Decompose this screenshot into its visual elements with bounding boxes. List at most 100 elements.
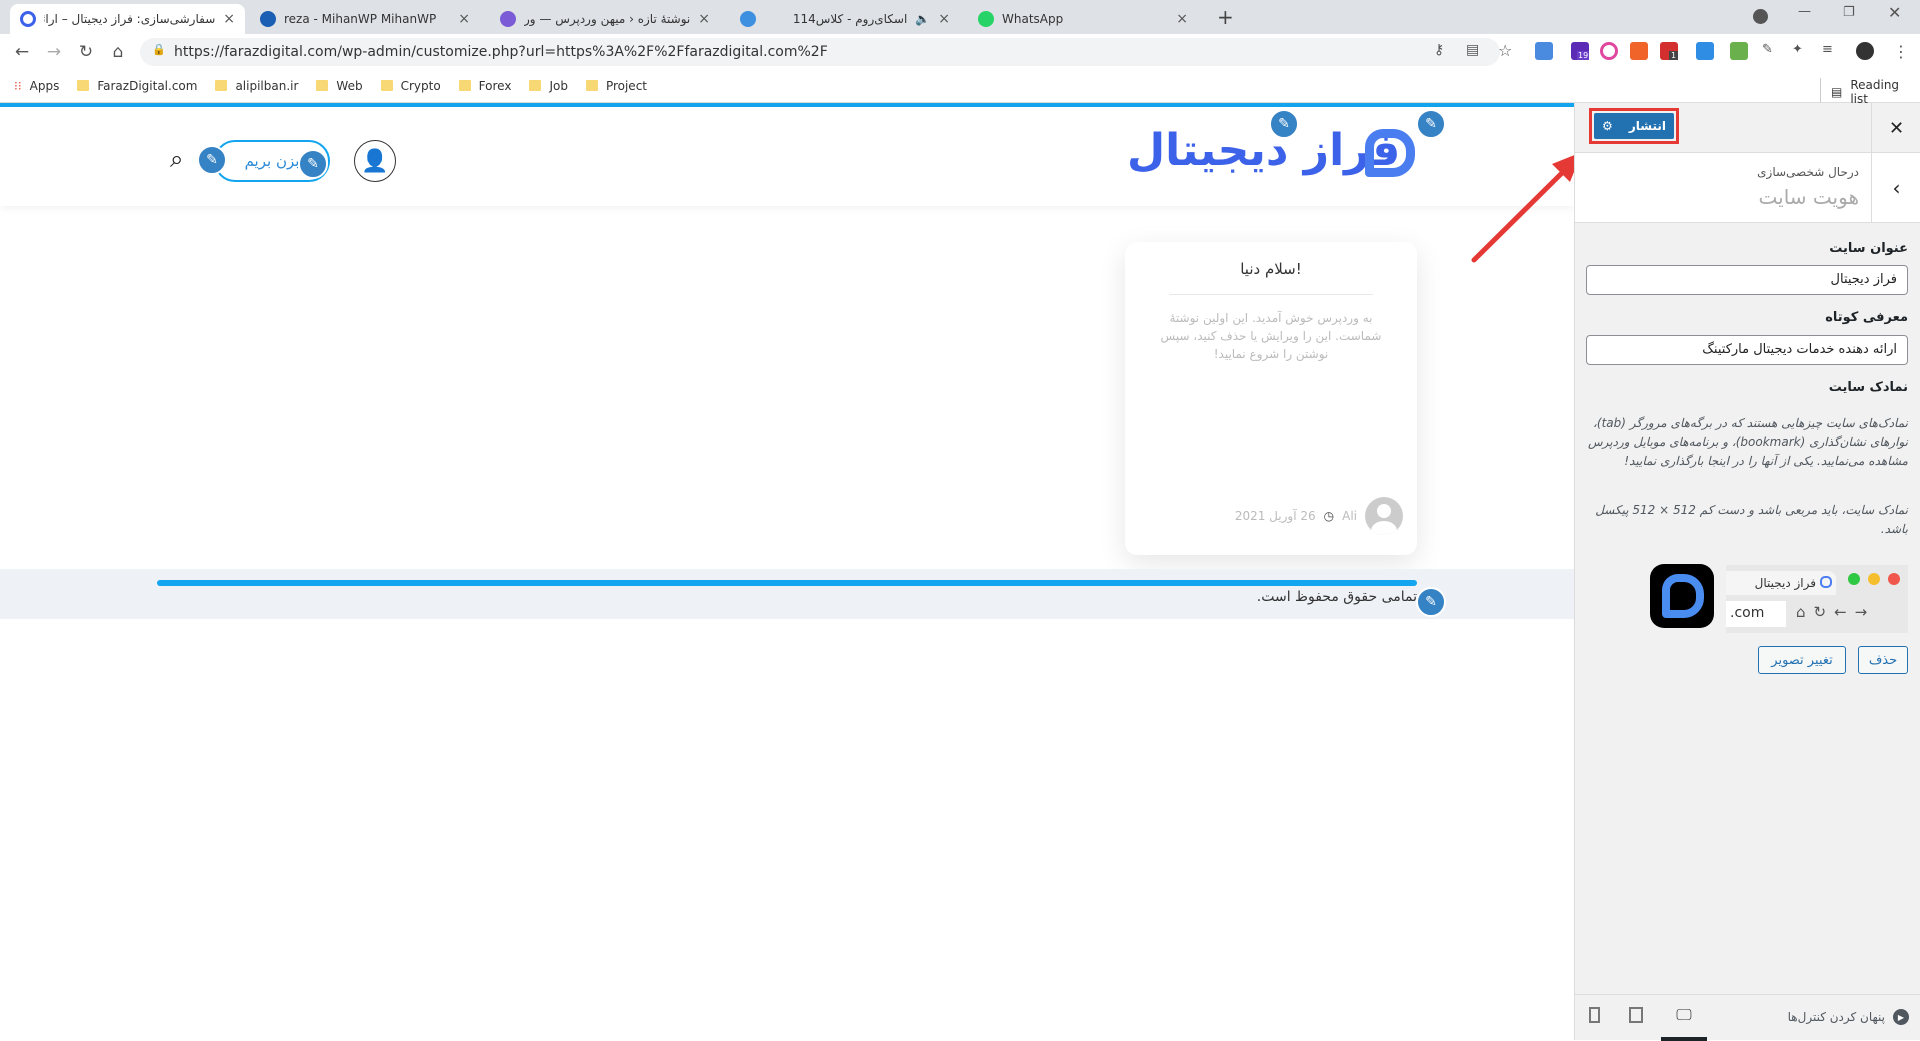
tab-strip: سفارشی‌سازی: فراز دیجیتال – ارائه د × rez… [0, 0, 1920, 34]
user-account-icon[interactable]: 👤 [354, 140, 396, 182]
close-tab-icon[interactable]: × [223, 11, 235, 27]
tab-customizer[interactable]: سفارشی‌سازی: فراز دیجیتال – ارائه د × [10, 4, 245, 34]
site-icon-description: نمادک‌های سایت چیزهایی هستند که در برگه‌… [1588, 416, 1908, 468]
publish-button[interactable]: انتشار ⚙ [1594, 113, 1674, 139]
remove-icon-button[interactable]: حذف [1858, 646, 1908, 674]
bookmark-folder[interactable]: Web [316, 79, 363, 93]
mobile-preview-button[interactable] [1589, 1007, 1600, 1023]
reading-list-button[interactable]: ▤ Reading list [1820, 78, 1920, 106]
edit-shortcut-pencil-icon[interactable]: ✎ [1416, 109, 1446, 139]
bookmark-folder[interactable]: alipilban.ir [215, 79, 298, 93]
close-tab-icon[interactable]: × [458, 11, 470, 27]
address-bar[interactable]: 🔒 https://farazdigital.com/wp-admin/cust… [140, 38, 1512, 66]
folder-icon [215, 80, 228, 91]
site-preview: فراز دیجیتال ✎ ✎ ⌕ بزن بریم ✎ ✎ 👤 سلام د… [0, 103, 1574, 1040]
browser-toolbar: ← → ↻ ⌂ 🔒 https://farazdigital.com/wp-ad… [0, 34, 1920, 69]
avatar[interactable] [1856, 42, 1874, 60]
bookmark-folder[interactable]: Forex [458, 79, 511, 93]
favicon-icon [500, 11, 516, 27]
bookmark-folder[interactable]: Crypto [380, 79, 441, 93]
restore-button[interactable]: ❐ [1843, 5, 1855, 20]
home-button[interactable]: ⌂ [102, 42, 134, 62]
translate-icon[interactable]: ▤ [1466, 42, 1479, 58]
minimize-button[interactable]: — [1798, 4, 1811, 19]
close-tab-icon[interactable]: × [1176, 11, 1188, 27]
post-meta: Ali ◷ 26 آوریل 2021 [1235, 497, 1403, 535]
close-tab-icon[interactable]: × [698, 11, 710, 27]
edit-shortcut-pencil-icon[interactable]: ✎ [197, 145, 227, 175]
bookmark-folder[interactable]: Project [585, 79, 647, 93]
post-author[interactable]: Ali [1342, 509, 1357, 523]
bookmark-folder[interactable]: FarazDigital.com [77, 79, 197, 93]
tagline-label: معرفی کوتاه [1825, 310, 1908, 325]
section-subtitle: درحال شخصی‌سازی [1757, 165, 1859, 179]
folder-icon [458, 80, 471, 91]
desktop-preview-button[interactable]: 🖵 [1661, 1005, 1707, 1041]
extension-icon[interactable] [1630, 42, 1648, 60]
tablet-preview-button[interactable] [1629, 1007, 1643, 1023]
search-icon[interactable]: ⌕ [170, 145, 183, 173]
site-favicon-icon [1820, 576, 1832, 588]
copyright-text: تمامی حقوق محفوظ است. [1256, 589, 1417, 605]
edit-shortcut-pencil-icon[interactable]: ✎ [1416, 587, 1446, 617]
tagline-input[interactable]: ارائه دهنده خدمات دیجیتال مارکتینگ [1586, 335, 1908, 365]
post-card[interactable]: سلام دنیا! به وردپرس خوش آمدید. این اولی… [1125, 242, 1417, 555]
back-chevron-icon[interactable]: › [1871, 153, 1920, 223]
hide-controls-button[interactable]: ▶ پنهان کردن کنترل‌ها [1788, 1009, 1909, 1025]
site-logo-text[interactable]: فراز دیجیتال [1127, 125, 1400, 176]
profile-menu-icon[interactable] [1753, 9, 1768, 24]
site-title-label: عنوان سایت [1829, 241, 1908, 256]
favicon-icon [260, 11, 276, 27]
new-tab-button[interactable]: + [1217, 5, 1234, 29]
post-date: 26 آوریل 2021 [1234, 509, 1316, 523]
site-icon-label: نمادک سایت [1828, 380, 1908, 395]
tab-whatsapp[interactable]: WhatsApp × [968, 4, 1198, 34]
change-image-button[interactable]: تغییر تصویر [1758, 646, 1846, 674]
site-header: فراز دیجیتال ✎ ✎ ⌕ بزن بریم ✎ ✎ 👤 [0, 107, 1574, 206]
gear-icon[interactable]: ⚙ [1602, 119, 1613, 133]
close-tab-icon[interactable]: × [938, 11, 950, 27]
extension-icon[interactable] [1535, 42, 1553, 60]
close-customizer-button[interactable]: ✕ [1871, 103, 1920, 153]
eyedropper-icon[interactable]: ✎ [1762, 42, 1780, 60]
reload-button[interactable]: ↻ [70, 42, 102, 62]
speaker-icon[interactable]: 🔈 [915, 12, 930, 26]
customizer-footer: ▶ پنهان کردن کنترل‌ها 🖵 [1575, 994, 1920, 1041]
footer-accent-bar [157, 580, 1417, 586]
star-icon[interactable]: ☆ [1498, 41, 1512, 60]
extension-icon[interactable]: 1 [1660, 42, 1679, 60]
window-dot [1888, 573, 1900, 585]
bookmark-folder[interactable]: Job [529, 79, 568, 93]
download-extension-icon[interactable] [1696, 42, 1714, 60]
site-logo-icon[interactable] [1365, 129, 1415, 177]
favicon-icon [740, 11, 756, 27]
url-text[interactable]: https://farazdigital.com/wp-admin/custom… [174, 44, 828, 60]
window-dot [1868, 573, 1880, 585]
puzzle-icon[interactable]: ✦ [1792, 42, 1810, 60]
back-button[interactable]: ← [6, 42, 38, 62]
menu-icon[interactable]: ⋮ [1893, 42, 1911, 61]
annotation-arrow-icon [1471, 152, 1582, 263]
edit-shortcut-pencil-icon[interactable]: ✎ [298, 149, 328, 179]
post-title[interactable]: سلام دنیا! [1125, 260, 1417, 278]
preview-nav-icons: ⌂↻←→ [1796, 603, 1876, 621]
forward-button[interactable]: → [38, 42, 70, 62]
apps-icon: ⁝⁝ [14, 78, 22, 93]
extension-icon[interactable] [1730, 42, 1748, 60]
customizer-sidebar: ✕ انتشار ⚙ › درحال شخصی‌سازی هویت سایت عن… [1574, 103, 1920, 1041]
close-window-button[interactable]: ✕ [1888, 3, 1901, 22]
edit-shortcut-pencil-icon[interactable]: ✎ [1269, 109, 1299, 139]
media-icon[interactable]: ≡ [1822, 42, 1840, 60]
section-title: هویت سایت [1758, 185, 1860, 209]
folder-icon [77, 80, 90, 91]
extension-icon[interactable]: 19 [1571, 42, 1590, 60]
tab-new-post[interactable]: نوشتهٔ تازه ‹ میهن وردپرس — وردپر × [490, 4, 720, 34]
favicon-icon [978, 11, 994, 27]
tab-skyroom[interactable]: اسکای‌روم - کلاس114 🔈 × [730, 4, 960, 34]
extension-icon[interactable] [1600, 42, 1618, 60]
tab-mihanwp[interactable]: reza - MihanWP MihanWP × [250, 4, 480, 34]
site-title-input[interactable]: فراز دیجیتال [1586, 265, 1908, 295]
bookmark-apps[interactable]: ⁝⁝ Apps [14, 79, 59, 93]
key-icon[interactable]: ⚷ [1434, 42, 1444, 58]
favicon-icon [20, 11, 36, 27]
